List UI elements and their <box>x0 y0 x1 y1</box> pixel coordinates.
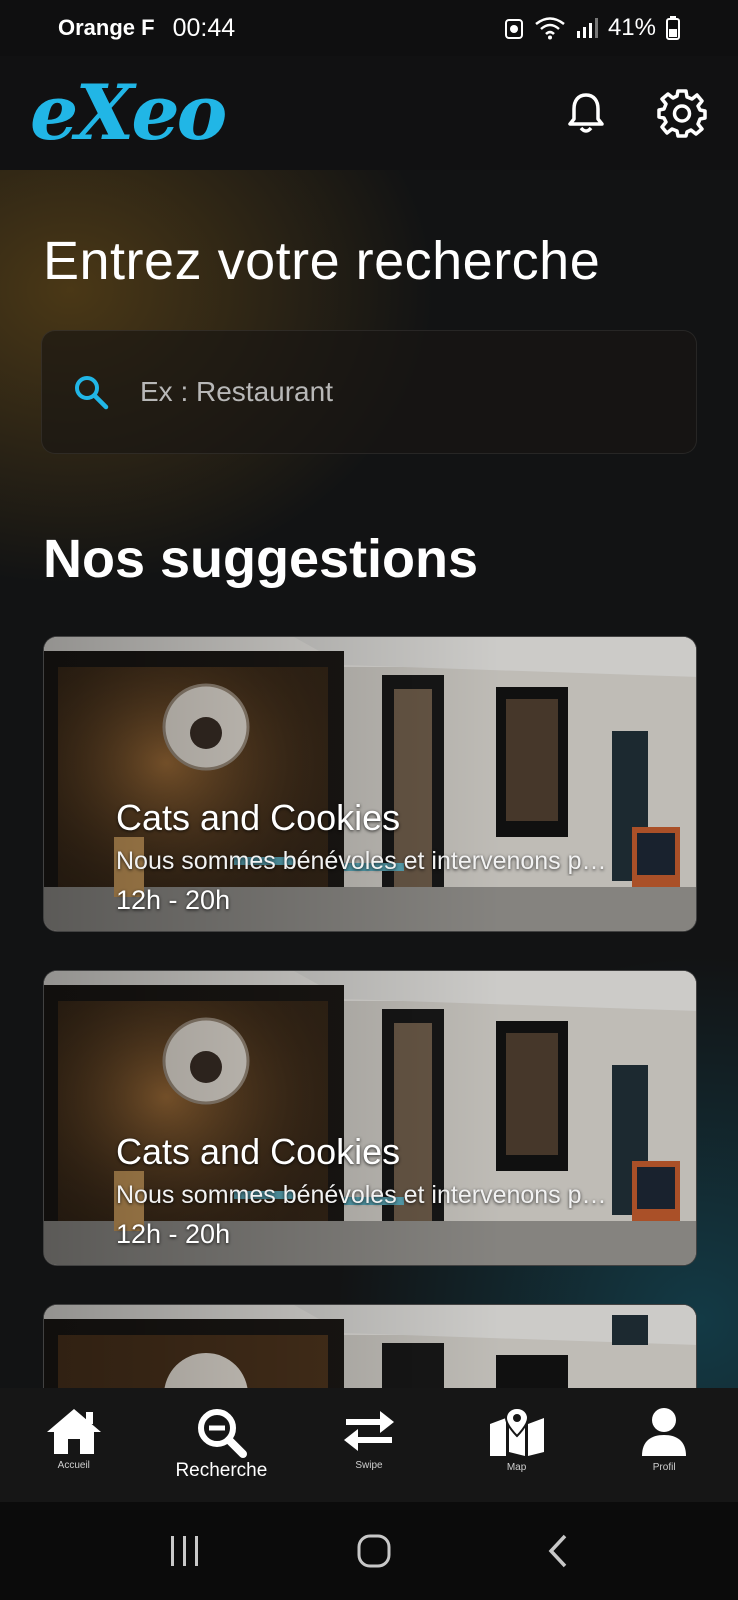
nav-item-map[interactable]: Map <box>452 1406 582 1473</box>
suggestions-title: Nos suggestions <box>43 529 479 589</box>
card-hours: 12h - 20h <box>116 885 231 915</box>
suggestion-card[interactable]: Cats and Cookies Nous sommes bénévoles e… <box>43 970 697 1266</box>
search-icon <box>75 376 109 410</box>
system-nav-bar <box>0 1502 738 1600</box>
bottom-nav: Accueil Recherche Swipe Map Profil <box>0 1388 738 1502</box>
suggestion-card[interactable] <box>43 1304 697 1388</box>
home-icon <box>46 1409 101 1454</box>
search-minus-icon <box>198 1409 248 1458</box>
recycle-icon <box>504 19 523 39</box>
user-icon <box>642 1408 687 1456</box>
nav-item-accueil[interactable]: Accueil <box>9 1406 139 1471</box>
nav-label: Profil <box>652 1462 676 1473</box>
bell-icon <box>568 93 604 133</box>
nav-label: Swipe <box>355 1460 383 1471</box>
app-header: eXeo <box>0 56 738 170</box>
card-hours: 12h - 20h <box>116 1219 231 1249</box>
card-overlay <box>44 1305 696 1388</box>
nav-label: Map <box>506 1462 527 1473</box>
settings-button[interactable] <box>656 87 708 139</box>
nav-label: Recherche <box>175 1460 268 1481</box>
nav-item-profil[interactable]: Profil <box>599 1406 729 1473</box>
card-description: Nous sommes bénévoles et intervenons pou… <box>116 847 616 875</box>
clock: 00:44 <box>172 13 236 42</box>
status-bar: Orange F 00:44 41% <box>0 0 738 56</box>
card-title: Cats and Cookies <box>116 1131 401 1172</box>
battery-icon <box>666 16 680 40</box>
card-title: Cats and Cookies <box>116 797 401 838</box>
card-description: Nous sommes bénévoles et intervenons pou… <box>116 1181 616 1209</box>
search-input[interactable] <box>140 376 660 408</box>
signal-icon <box>576 18 598 38</box>
wifi-icon <box>535 17 565 40</box>
search-box[interactable] <box>41 330 697 454</box>
nav-item-swipe[interactable]: Swipe <box>304 1406 434 1471</box>
carrier-name: Orange F <box>58 15 155 40</box>
recent-apps-icon[interactable] <box>167 1534 203 1568</box>
notifications-button[interactable] <box>560 87 612 139</box>
back-icon[interactable] <box>545 1533 571 1569</box>
nav-item-recherche[interactable]: Recherche <box>156 1406 286 1482</box>
nav-label: Accueil <box>57 1460 90 1471</box>
suggestion-card[interactable]: Cats and Cookies Nous sommes bénévoles e… <box>43 636 697 932</box>
search-title: Entrez votre recherche <box>43 231 601 291</box>
main-content[interactable]: Entrez votre recherche Nos suggestions <box>0 170 738 1388</box>
battery-percent: 41% <box>607 14 656 41</box>
gear-icon <box>657 89 707 138</box>
map-icon <box>489 1406 544 1456</box>
app-logo[interactable]: eXeo <box>30 75 227 151</box>
swap-arrows-icon <box>343 1411 394 1451</box>
home-button-icon[interactable] <box>356 1533 392 1569</box>
